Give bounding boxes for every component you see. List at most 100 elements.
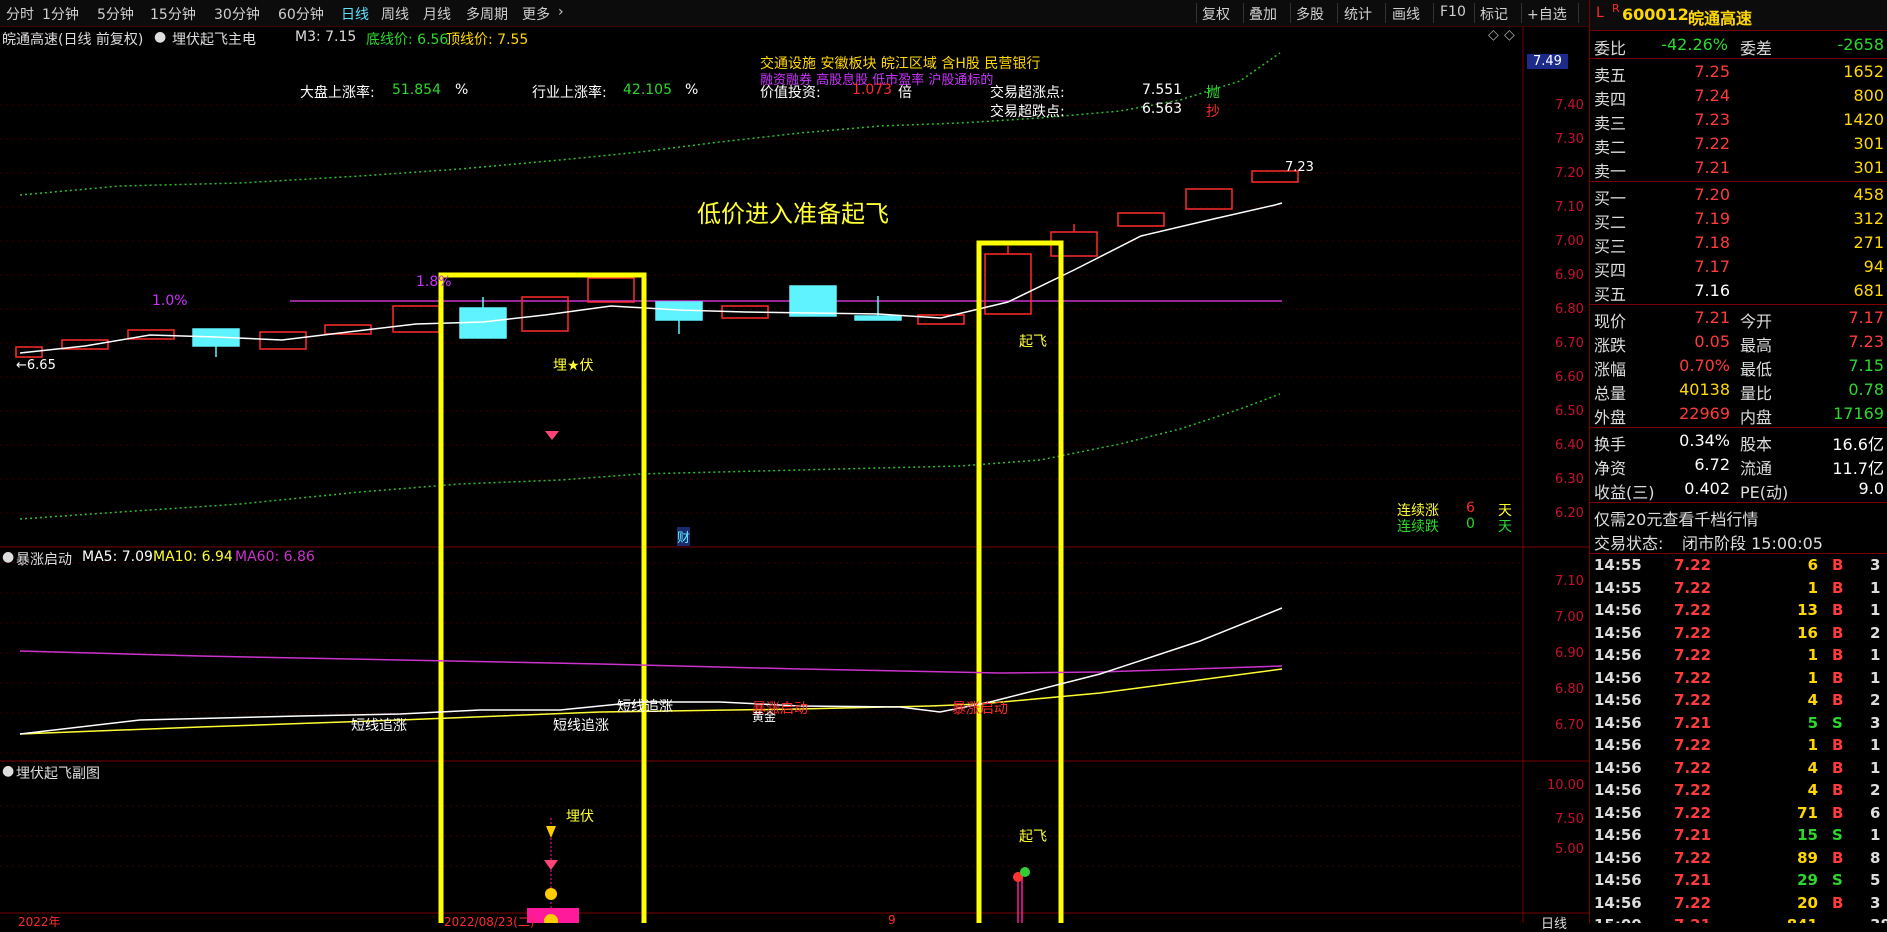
- toolbar-f10-button[interactable]: F10: [1440, 4, 1466, 20]
- toolbar-period-weekly[interactable]: 周线: [381, 4, 409, 24]
- tick-volume: 4: [1807, 758, 1818, 777]
- sub1-price-tick: 6.90: [1555, 646, 1584, 661]
- toolbar-period-more[interactable]: 更多: [522, 4, 550, 24]
- stat-row: 总量 40138 量比 0.78: [1590, 378, 1887, 403]
- ask-row[interactable]: 卖四 7.24 800: [1590, 84, 1887, 109]
- tick-row: 14:56 7.21 15 S 1: [1590, 824, 1887, 846]
- price-tick: 7.40: [1555, 98, 1584, 113]
- ambush-label: 埋★伏: [553, 358, 594, 374]
- bid-row[interactable]: 买二 7.19 312: [1590, 207, 1887, 232]
- toolbar-period-3[interactable]: 5分钟: [97, 4, 134, 24]
- bid-row[interactable]: 买三 7.18 271: [1590, 231, 1887, 256]
- sub2-price-tick: 7.50: [1555, 812, 1584, 827]
- toolbar-overlay-button[interactable]: 叠加: [1249, 4, 1277, 24]
- stat-row: 外盘 22969 内盘 17169: [1590, 402, 1887, 427]
- chevron-right-icon[interactable]: ›: [558, 4, 564, 20]
- ask-volume: 301: [1853, 158, 1884, 177]
- sub1-annotation: 短线追涨: [617, 699, 673, 715]
- indicator-name[interactable]: 埋伏起飞主电: [172, 29, 256, 49]
- circle-down-icon[interactable]: ●: [2, 763, 14, 779]
- kline-chart-area[interactable]: 皖通高速(日线 前复权) ● 埋伏起飞主电 M3: 7.15 底线价: 6.56…: [0, 26, 1589, 932]
- stat-value: 7.23: [1848, 332, 1884, 351]
- tick-list[interactable]: 14:55 7.22 6 B 3 14:55 7.22 1 B 1 14:56 7.22 13 B 1 14:…: [1590, 554, 1887, 923]
- tick-side: B: [1832, 668, 1844, 687]
- toolbar-period-5[interactable]: 30分钟: [214, 4, 260, 24]
- tick-time: 14:55: [1594, 556, 1642, 574]
- toolbar-period-daily[interactable]: 日线: [341, 4, 369, 24]
- period-toolbar: 分时 1分钟 5分钟 15分钟 30分钟 60分钟 日线 周线 月线 多周期 更…: [0, 0, 1589, 27]
- toolbar-period-4[interactable]: 15分钟: [150, 4, 196, 24]
- circle-down-icon[interactable]: ●: [154, 29, 166, 45]
- overbought-label: 交易超涨点:: [990, 85, 1065, 101]
- ask-price: 7.25: [1694, 62, 1730, 81]
- bid-label: 买三: [1594, 237, 1627, 256]
- tick-count: 1: [1870, 668, 1881, 687]
- ask-price: 7.22: [1694, 134, 1730, 153]
- bid-row[interactable]: 买五 7.16 681: [1590, 279, 1887, 304]
- ask-row[interactable]: 卖一 7.21 301: [1590, 156, 1887, 181]
- tick-price: 7.22: [1674, 736, 1712, 754]
- toolbar-adjust-button[interactable]: 复权: [1202, 4, 1230, 24]
- stat-label: 流通: [1740, 459, 1773, 478]
- promo-row[interactable]: 仅需20元查看千档行情: [1590, 504, 1887, 530]
- chart-settings-icon[interactable]: ◇: [1488, 27, 1499, 43]
- sub1-title[interactable]: 暴涨启动: [16, 549, 72, 569]
- tick-row: 14:56 7.22 89 B 8: [1590, 847, 1887, 869]
- toolbar-add-watchlist-button[interactable]: +自选: [1527, 4, 1567, 24]
- sub1-annotation: 暴涨启动: [952, 701, 1008, 717]
- toolbar-divider: [1578, 3, 1579, 23]
- tick-volume: 5: [1807, 713, 1818, 732]
- tick-side: B: [1832, 556, 1844, 574]
- tick-side: B: [1832, 781, 1844, 799]
- stat-value: 6.72: [1694, 455, 1730, 474]
- price-tick: 7.30: [1555, 132, 1584, 147]
- toolbar-period-monthly[interactable]: 月线: [423, 4, 451, 24]
- tick-volume: 1: [1807, 646, 1818, 664]
- stat-row: 涨幅 0.70% 最低 7.15: [1590, 354, 1887, 379]
- ask-row[interactable]: 卖五 7.25 1652: [1590, 60, 1887, 85]
- tick-price: 7.22: [1674, 556, 1712, 574]
- ask-row[interactable]: 卖三 7.23 1420: [1590, 108, 1887, 133]
- chart-collapse-icon[interactable]: ◇: [1504, 27, 1515, 43]
- ask-label: 卖一: [1594, 162, 1627, 181]
- industry-up-label: 行业上涨率:: [532, 85, 607, 101]
- stat-label: 最低: [1740, 360, 1773, 379]
- stat-value: 7.15: [1848, 356, 1884, 375]
- overbought-mark: 抛: [1206, 85, 1220, 101]
- tick-count: 6: [1870, 803, 1881, 822]
- tick-volume: 1: [1807, 736, 1818, 754]
- tick-time: 15:00: [1594, 916, 1642, 923]
- bid-row[interactable]: 买一 7.20 458: [1590, 183, 1887, 208]
- tick-volume: 71: [1797, 803, 1818, 822]
- ask-row[interactable]: 卖二 7.22 301: [1590, 132, 1887, 157]
- finance-badge: 财: [677, 527, 691, 546]
- date-axis-cursor-date: 2022/08/23(二): [444, 915, 535, 929]
- toolbar-mark-button[interactable]: 标记: [1480, 4, 1508, 24]
- tick-price: 7.21: [1674, 826, 1712, 844]
- toolbar-multi-stock-button[interactable]: 多股: [1296, 4, 1324, 24]
- tick-row: 14:56 7.22 4 B 2: [1590, 689, 1887, 711]
- toolbar-stats-button[interactable]: 统计: [1344, 4, 1372, 24]
- stat-value: 40138: [1679, 380, 1730, 399]
- bid-row[interactable]: 买四 7.17 94: [1590, 255, 1887, 280]
- stat-label: 外盘: [1594, 408, 1627, 427]
- toolbar-period-2[interactable]: 1分钟: [42, 4, 79, 24]
- stat-row: 净资 6.72 流通 11.7亿: [1590, 453, 1887, 478]
- price-tick: 6.60: [1555, 370, 1584, 385]
- toolbar-period-1[interactable]: 分时: [6, 4, 34, 24]
- sub2-ambush-label: 埋伏: [566, 809, 594, 825]
- sub1-annotation: 黄金: [752, 710, 777, 724]
- toolbar-divider: [1521, 3, 1522, 23]
- trade-status-label: 交易状态:: [1594, 534, 1664, 553]
- sub1-annotation: 短线追涨: [553, 718, 609, 734]
- toolbar-draw-button[interactable]: 画线: [1392, 4, 1420, 24]
- promo-link[interactable]: 仅需20元查看千档行情: [1594, 506, 1758, 530]
- consecutive-up-value: 6: [1466, 500, 1475, 516]
- sub2-title[interactable]: 埋伏起飞副图: [16, 763, 100, 783]
- sub1-price-tick: 6.70: [1555, 718, 1584, 733]
- toolbar-period-6[interactable]: 60分钟: [278, 4, 324, 24]
- circle-down-icon[interactable]: ●: [2, 549, 14, 565]
- toolbar-divider: [1243, 3, 1244, 23]
- toolbar-period-multi[interactable]: 多周期: [466, 4, 508, 24]
- price-tick: 6.70: [1555, 336, 1584, 351]
